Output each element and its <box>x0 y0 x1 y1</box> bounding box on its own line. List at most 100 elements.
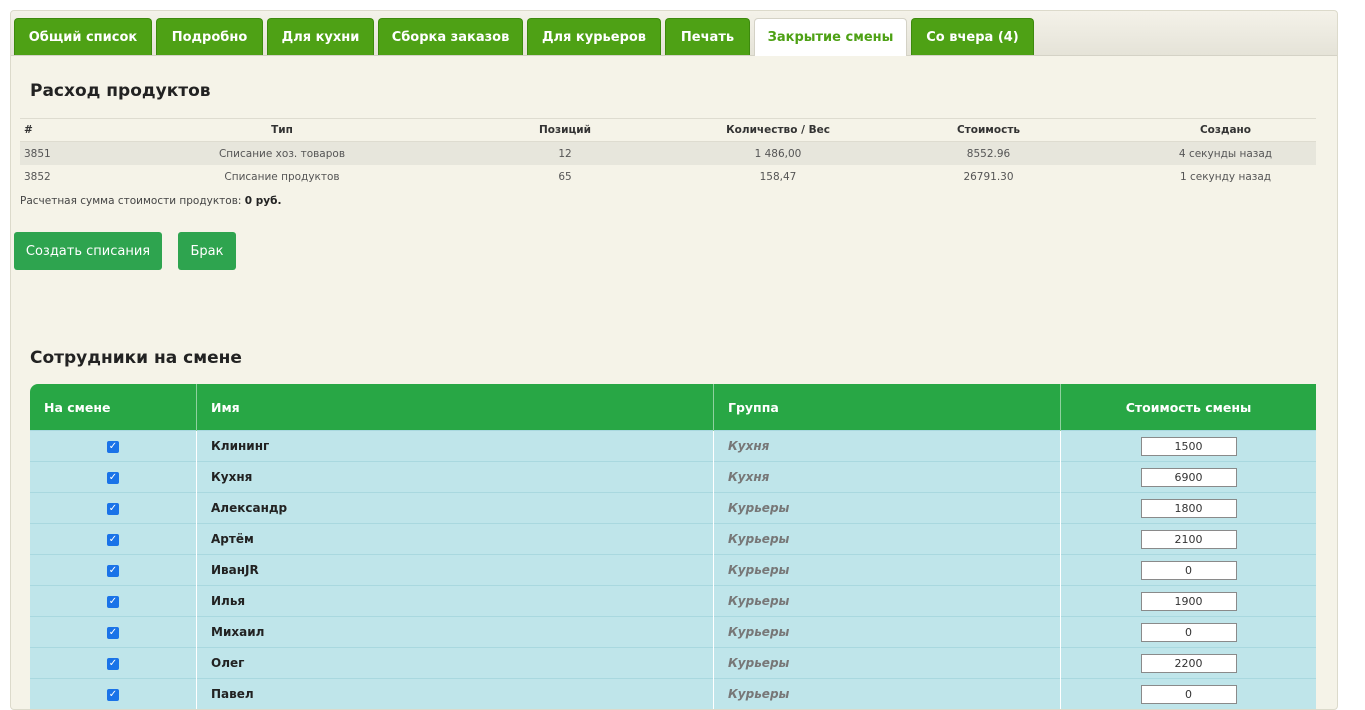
tab-details[interactable]: Подробно <box>156 18 263 55</box>
shift-cost-input[interactable] <box>1140 684 1237 704</box>
on-shift-checkbox[interactable]: ✓ <box>107 533 119 546</box>
staff-name: Павел <box>196 678 714 709</box>
shift-cost-cell <box>1060 585 1316 617</box>
col-header-name: Имя <box>196 384 714 431</box>
table-row: ✓ Александр Курьеры <box>30 492 1316 524</box>
expense-id: 3851 <box>20 141 148 165</box>
staff-group: Курьеры <box>713 554 1061 586</box>
create-write-offs-button[interactable]: Создать списания <box>14 232 162 270</box>
col-header-id: # <box>20 118 148 142</box>
expense-id: 3852 <box>24 170 51 183</box>
on-shift-cell: ✓ <box>30 492 197 524</box>
summary-label: Расчетная сумма стоимости продуктов: <box>20 195 242 207</box>
staff-group: Курьеры <box>713 647 1061 679</box>
on-shift-checkbox[interactable]: ✓ <box>107 440 119 453</box>
col-header-type: Тип <box>148 118 416 142</box>
table-row: ✓ Михаил Курьеры <box>30 616 1316 648</box>
table-row: ✓ Артём Курьеры <box>30 523 1316 555</box>
expense-positions: 12 <box>416 141 714 165</box>
col-header-cost: Стоимость <box>842 118 1135 142</box>
expense-type: Списание хоз. товаров <box>148 141 416 165</box>
on-shift-cell: ✓ <box>30 647 197 679</box>
shift-cost-input[interactable] <box>1140 498 1237 518</box>
expense-cost: 26791.30 <box>963 170 1014 183</box>
shift-cost-cell <box>1060 616 1316 648</box>
expenses-table: # Тип Позиций Количество / Вес Стоимость… <box>20 118 1316 188</box>
staff-name: Александр <box>196 492 714 524</box>
staff-name: ИванJR <box>196 554 714 586</box>
on-shift-checkbox[interactable]: ✓ <box>107 657 119 670</box>
expenses-summary: Расчетная сумма стоимости продуктов: 0 р… <box>20 195 281 207</box>
staff-table: На смене Имя Группа Стоимость смены ✓ Кл… <box>30 384 1316 709</box>
staff-group: Курьеры <box>713 585 1061 617</box>
shift-cost-input[interactable] <box>1140 591 1237 611</box>
expenses-title: Расход продуктов <box>30 81 211 101</box>
expense-cost: 8552.96 <box>842 141 1135 165</box>
on-shift-checkbox[interactable]: ✓ <box>107 502 119 515</box>
table-row: ✓ Кухня Кухня <box>30 461 1316 493</box>
shift-cost-input[interactable] <box>1140 436 1237 456</box>
tab-couriers[interactable]: Для курьеров <box>527 18 661 55</box>
staff-group: Курьеры <box>713 492 1061 524</box>
expense-positions: 65 <box>558 170 572 183</box>
tab-order-assembly[interactable]: Сборка заказов <box>378 18 523 55</box>
tab-since-yesterday[interactable]: Со вчера (4) <box>911 18 1034 55</box>
tab-kitchen[interactable]: Для кухни <box>267 18 374 55</box>
on-shift-checkbox[interactable]: ✓ <box>107 564 119 577</box>
expense-type: Списание продуктов <box>224 170 340 183</box>
col-header-created: Создано <box>1135 118 1316 142</box>
shift-cost-input[interactable] <box>1140 622 1237 642</box>
on-shift-cell: ✓ <box>30 678 197 709</box>
on-shift-checkbox[interactable]: ✓ <box>107 471 119 484</box>
col-header-group: Группа <box>713 384 1061 431</box>
shift-cost-cell <box>1060 647 1316 679</box>
col-header-on-shift: На смене <box>30 384 197 431</box>
shift-cost-input[interactable] <box>1140 560 1237 580</box>
tab-print[interactable]: Печать <box>665 18 750 55</box>
shift-cost-cell <box>1060 492 1316 524</box>
shift-cost-cell <box>1060 430 1316 462</box>
on-shift-checkbox[interactable]: ✓ <box>107 626 119 639</box>
on-shift-cell: ✓ <box>30 523 197 555</box>
staff-header-row: На смене Имя Группа Стоимость смены <box>30 384 1316 431</box>
on-shift-cell: ✓ <box>30 585 197 617</box>
table-row: ✓ Павел Курьеры <box>30 678 1316 709</box>
staff-group: Курьеры <box>713 678 1061 709</box>
table-row: 3851 Списание хоз. товаров 12 1 486,00 8… <box>20 141 1316 165</box>
staff-title: Сотрудники на смене <box>30 348 242 368</box>
table-row: ✓ Клининг Кухня <box>30 430 1316 462</box>
staff-name: Артём <box>196 523 714 555</box>
shift-cost-input[interactable] <box>1140 529 1237 549</box>
shift-cost-input[interactable] <box>1140 653 1237 673</box>
staff-group: Курьеры <box>713 523 1061 555</box>
on-shift-checkbox[interactable]: ✓ <box>107 595 119 608</box>
col-header-positions: Позиций <box>416 118 714 142</box>
staff-name: Клининг <box>196 430 714 462</box>
on-shift-checkbox[interactable]: ✓ <box>107 688 119 701</box>
staff-name: Михаил <box>196 616 714 648</box>
table-row: 3852 Списание продуктов 65 158,47 26791.… <box>20 165 1316 188</box>
tab-general-list[interactable]: Общий список <box>14 18 152 55</box>
staff-group: Кухня <box>713 430 1061 462</box>
on-shift-cell: ✓ <box>30 616 197 648</box>
table-row: ✓ ИванJR Курьеры <box>30 554 1316 586</box>
on-shift-cell: ✓ <box>30 430 197 462</box>
table-row: ✓ Илья Курьеры <box>30 585 1316 617</box>
staff-group: Кухня <box>713 461 1061 493</box>
on-shift-cell: ✓ <box>30 461 197 493</box>
col-header-shift-cost: Стоимость смены <box>1060 384 1316 431</box>
expense-qty: 1 486,00 <box>714 141 842 165</box>
table-row: ✓ Олег Курьеры <box>30 647 1316 679</box>
expenses-header-row: # Тип Позиций Количество / Вес Стоимость… <box>20 118 1316 142</box>
defect-button[interactable]: Брак <box>178 232 236 270</box>
shift-cost-cell <box>1060 523 1316 555</box>
shift-cost-cell <box>1060 554 1316 586</box>
staff-name: Кухня <box>196 461 714 493</box>
expense-created: 1 секунду назад <box>1179 170 1272 183</box>
staff-name: Олег <box>196 647 714 679</box>
shift-cost-cell <box>1060 678 1316 709</box>
staff-group: Курьеры <box>713 616 1061 648</box>
expense-qty: 158,47 <box>759 170 797 183</box>
tab-shift-closing[interactable]: Закрытие смены <box>754 18 907 56</box>
shift-cost-input[interactable] <box>1140 467 1237 487</box>
